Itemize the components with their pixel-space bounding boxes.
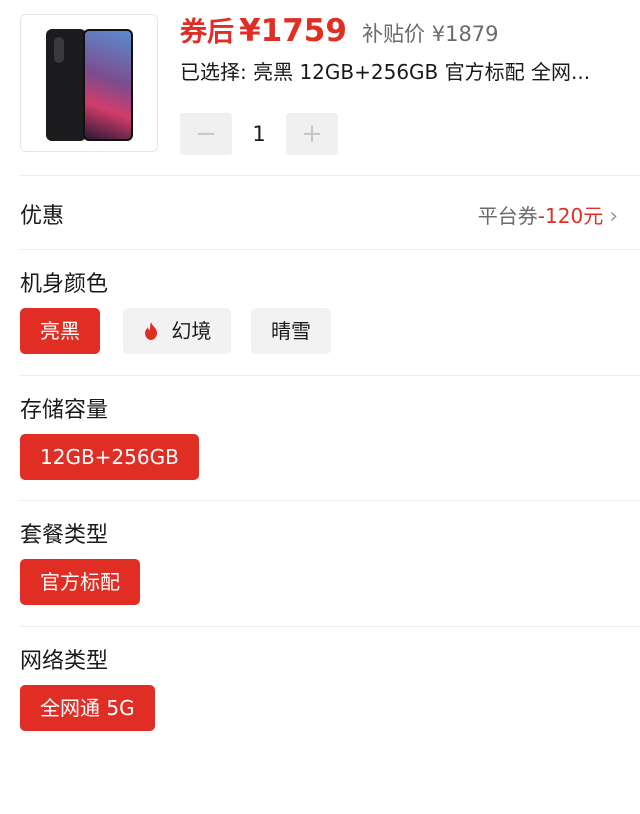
price-row: 券后 ¥1759 补贴价 ¥1879 [180,10,499,50]
promo-coupon-amount: -120元 [537,204,604,228]
product-thumbnail[interactable] [20,14,158,152]
flame-icon [143,319,165,343]
color-option-black[interactable]: 亮黑 [20,308,100,354]
promo-coupon-label: 平台券 [477,204,538,228]
color-option-illusion[interactable]: 幻境 [123,308,232,354]
divider [20,249,640,250]
package-section-title: 套餐类型 [20,523,109,548]
storage-section-title: 存储容量 [20,398,109,423]
phone-screen-image [83,29,133,141]
camera-module [54,37,64,63]
decrease-quantity-button[interactable]: − [180,113,232,155]
coupon-price-label: 券后 [180,17,234,48]
promo-title: 优惠 [20,204,65,229]
network-section-title: 网络类型 [20,649,109,674]
promo-row[interactable]: 优惠 平台券-120元 › [0,190,640,236]
package-option-official[interactable]: 官方标配 [20,559,140,605]
chevron-right-icon: › [609,204,618,229]
increase-quantity-button[interactable]: + [286,113,338,155]
divider [20,175,640,176]
divider [20,626,640,627]
subsidy-price: 补贴价 ¥1879 [362,22,499,46]
promo-coupon[interactable]: 平台券-120元 › [478,200,618,229]
divider [20,375,640,376]
divider [20,500,640,501]
storage-option-12gb-256gb[interactable]: 12GB+256GB [20,434,199,480]
color-option-snow[interactable]: 晴雪 [251,308,331,354]
quantity-value[interactable]: 1 [232,113,286,155]
network-option-5g[interactable]: 全网通 5G [20,685,155,731]
product-header: 券后 ¥1759 补贴价 ¥1879 已选择: 亮黑 12GB+256GB 官方… [0,0,640,175]
coupon-price-value: ¥1759 [239,13,347,49]
selected-spec-summary: 已选择: 亮黑 12GB+256GB 官方标配 全网... [180,60,591,84]
color-option-label: 幻境 [171,319,212,343]
phone-back-image [46,29,86,141]
color-section-title: 机身颜色 [20,272,109,297]
